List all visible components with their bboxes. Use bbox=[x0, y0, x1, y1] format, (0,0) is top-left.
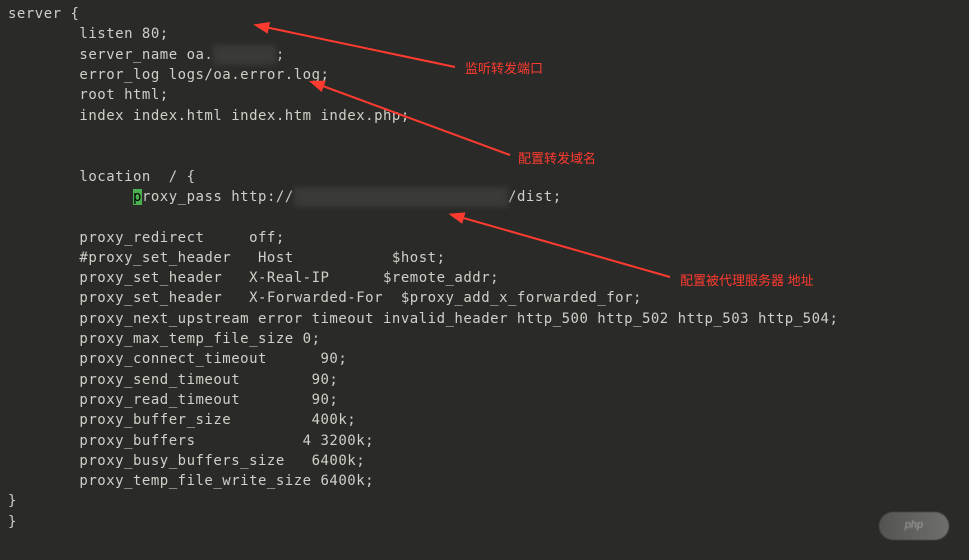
text-cursor[interactable]: p bbox=[133, 189, 142, 205]
code-line: index index.html index.htm index.php; bbox=[8, 108, 410, 124]
code-block: server { listen 80; server_name oa. ; er… bbox=[8, 4, 961, 532]
watermark-badge: php bbox=[879, 512, 949, 540]
redacted-upstream bbox=[294, 187, 508, 207]
code-line: proxy_temp_file_write_size 6400k; bbox=[8, 473, 374, 489]
code-line: proxy_buffer_size 400k; bbox=[8, 412, 356, 428]
code-line: proxy_redirect off; bbox=[8, 230, 285, 246]
code-line: proxy_pass http:// /dist; bbox=[8, 189, 562, 205]
code-line: root html; bbox=[8, 87, 169, 103]
code-line: listen 80; bbox=[8, 26, 169, 42]
code-line: proxy_next_upstream error timeout invali… bbox=[8, 311, 838, 327]
code-line: proxy_send_timeout 90; bbox=[8, 372, 338, 388]
code-line: } bbox=[8, 514, 17, 530]
code-line: server { bbox=[8, 6, 79, 22]
code-line: error_log logs/oa.error.log; bbox=[8, 67, 329, 83]
code-line: location / { bbox=[8, 169, 196, 185]
redacted-domain bbox=[213, 45, 276, 65]
code-line: } bbox=[8, 493, 17, 509]
code-line: proxy_read_timeout 90; bbox=[8, 392, 338, 408]
code-line: proxy_buffers 4 3200k; bbox=[8, 433, 374, 449]
code-line: proxy_busy_buffers_size 6400k; bbox=[8, 453, 365, 469]
code-line: server_name oa. ; bbox=[8, 47, 285, 63]
code-line: proxy_connect_timeout 90; bbox=[8, 351, 347, 367]
code-line: proxy_max_temp_file_size 0; bbox=[8, 331, 321, 347]
code-line: proxy_set_header X-Forwarded-For $proxy_… bbox=[8, 290, 642, 306]
code-line: proxy_set_header X-Real-IP $remote_addr; bbox=[8, 270, 499, 286]
code-line: #proxy_set_header Host $host; bbox=[8, 250, 446, 266]
